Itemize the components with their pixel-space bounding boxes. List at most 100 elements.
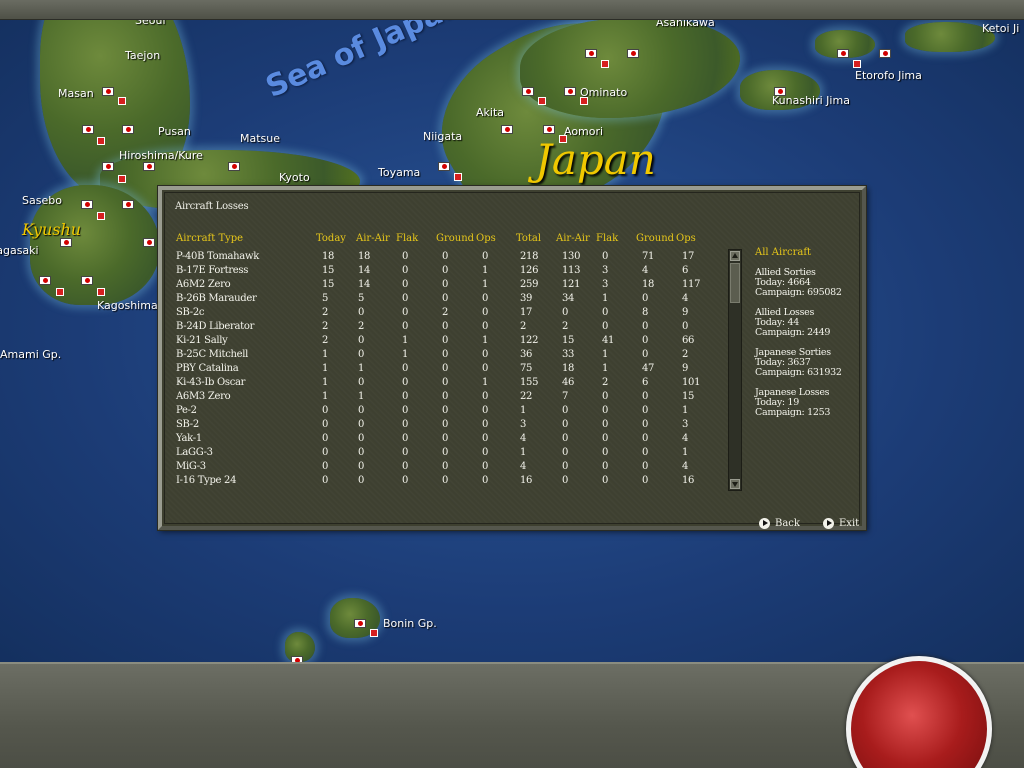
japan-flag-icon[interactable] [143,162,155,171]
today-flak-cell: 0 [402,391,409,402]
today-ops-cell: 1 [482,265,489,276]
table-row[interactable]: SB-2c 2 0 0 2 0 17 0 0 8 9 [165,307,725,321]
today-ops-cell: 0 [482,321,489,332]
base-icon[interactable] [56,288,64,296]
total-air-air-cell: 33 [562,349,575,360]
table-row[interactable]: A6M3 Zero 1 1 0 0 0 22 7 0 0 15 [165,391,725,405]
base-icon[interactable] [97,288,105,296]
table-row[interactable]: P-40B Tomahawk 18 18 0 0 0 218 130 0 71 17 [165,251,725,265]
base-icon[interactable] [97,212,105,220]
base-icon[interactable] [580,97,588,105]
base-icon[interactable] [538,97,546,105]
column-header-today: Today [316,233,346,244]
japan-flag-icon[interactable] [627,49,639,58]
table-row[interactable]: LaGG-3 0 0 0 0 0 1 0 0 0 1 [165,447,725,461]
today-flak-cell: 0 [402,461,409,472]
japan-flag-icon[interactable] [585,49,597,58]
base-icon[interactable] [118,175,126,183]
japan-flag-icon[interactable] [39,276,51,285]
japan-flag-icon[interactable] [543,125,555,134]
base-icon[interactable] [97,137,105,145]
column-header-total-ground: Ground [636,233,675,244]
base-icon[interactable] [370,629,378,637]
table-row[interactable]: Yak-1 0 0 0 0 0 4 0 0 0 4 [165,433,725,447]
japan-flag-icon[interactable] [837,49,849,58]
total-ops-cell: 15 [682,391,695,402]
japan-flag-icon[interactable] [60,238,72,247]
total-ground-cell: 0 [642,321,649,332]
column-header-today-air-air: Air-Air [356,233,390,244]
total-flak-cell: 0 [602,251,609,262]
today-air-air-cell: 0 [358,475,365,486]
today-flak-cell: 0 [402,475,409,486]
japan-flag-icon[interactable] [879,49,891,58]
total-flak-cell: 0 [602,461,609,472]
summary-campaign: Campaign: 631932 [755,367,842,378]
aircraft-type-cell: PBY Catalina [176,363,239,374]
japan-flag-icon[interactable] [122,125,134,134]
column-header-today-ground: Ground [436,233,475,244]
base-icon[interactable] [454,173,462,181]
total-air-air-cell: 0 [562,475,569,486]
table-row[interactable]: SB-2 0 0 0 0 0 3 0 0 0 3 [165,419,725,433]
today-flak-cell: 0 [402,293,409,304]
place-label: Aomori [564,125,604,138]
total-ground-cell: 0 [642,475,649,486]
base-icon[interactable] [601,60,609,68]
table-row[interactable]: Ki-21 Sally 2 0 1 0 1 122 15 41 0 66 [165,335,725,349]
japan-flag-icon[interactable] [438,162,450,171]
table-row[interactable]: I-16 Type 24 0 0 0 0 0 16 0 0 0 16 [165,475,725,489]
japan-flag-icon[interactable] [82,125,94,134]
table-row[interactable]: PBY Catalina 1 1 0 0 0 75 18 1 47 9 [165,363,725,377]
total-ops-cell: 4 [682,433,689,444]
scroll-up-arrow-icon[interactable] [730,251,740,261]
japan-flag-icon[interactable] [81,200,93,209]
scroll-thumb[interactable] [730,263,740,303]
total-ops-cell: 117 [682,279,701,290]
table-row[interactable]: B-26B Marauder 5 5 0 0 0 39 34 1 0 4 [165,293,725,307]
base-icon[interactable] [559,135,567,143]
scroll-down-arrow-icon[interactable] [730,479,740,489]
total-ops-cell: 16 [682,475,695,486]
table-row[interactable]: B-24D Liberator 2 2 0 0 0 2 2 0 0 0 [165,321,725,335]
total-ground-cell: 8 [642,307,649,318]
japan-flag-icon[interactable] [122,200,134,209]
base-icon[interactable] [853,60,861,68]
table-row[interactable]: Ki-43-Ib Oscar 1 0 0 0 1 155 46 2 6 101 [165,377,725,391]
exit-button-label: Exit [839,518,860,529]
today-flak-cell: 0 [402,307,409,318]
table-row[interactable]: Pe-2 0 0 0 0 0 1 0 0 0 1 [165,405,725,419]
column-header-total: Total [516,233,542,244]
today-air-air-cell: 14 [358,279,371,290]
dialog-panel: Aircraft Losses Aircraft Type Today Air-… [164,192,860,529]
japan-flag-icon[interactable] [102,87,114,96]
table-row[interactable]: B-17E Fortress 15 14 0 0 1 126 113 3 4 6 [165,265,725,279]
table-row[interactable]: A6M2 Zero 15 14 0 0 1 259 121 3 18 117 [165,279,725,293]
today-cell: 15 [322,279,335,290]
exit-button[interactable]: Exit [823,518,859,529]
total-cell: 2 [520,321,527,332]
place-label: Pusan [158,125,191,138]
today-cell: 1 [322,391,329,402]
scrollbar[interactable] [728,249,742,491]
today-cell: 2 [322,321,329,332]
back-button[interactable]: Back [759,518,800,529]
table-row[interactable]: MiG-3 0 0 0 0 0 4 0 0 0 4 [165,461,725,475]
japan-flag-icon[interactable] [564,87,576,96]
japan-flag-icon[interactable] [501,125,513,134]
japan-flag-icon[interactable] [102,162,114,171]
japan-flag-icon[interactable] [774,87,786,96]
japan-flag-icon[interactable] [522,87,534,96]
total-flak-cell: 0 [602,475,609,486]
today-ops-cell: 0 [482,349,489,360]
table-row[interactable]: B-25C Mitchell 1 0 1 0 0 36 33 1 0 2 [165,349,725,363]
japan-flag-icon[interactable] [81,276,93,285]
japan-flag-icon[interactable] [228,162,240,171]
base-icon[interactable] [118,97,126,105]
japan-flag-icon[interactable] [354,619,366,628]
today-air-air-cell: 2 [358,321,365,332]
hokkaido-landmass [520,18,740,118]
place-label: Taejon [125,49,161,62]
today-cell: 0 [322,475,329,486]
japan-flag-icon[interactable] [143,238,155,247]
